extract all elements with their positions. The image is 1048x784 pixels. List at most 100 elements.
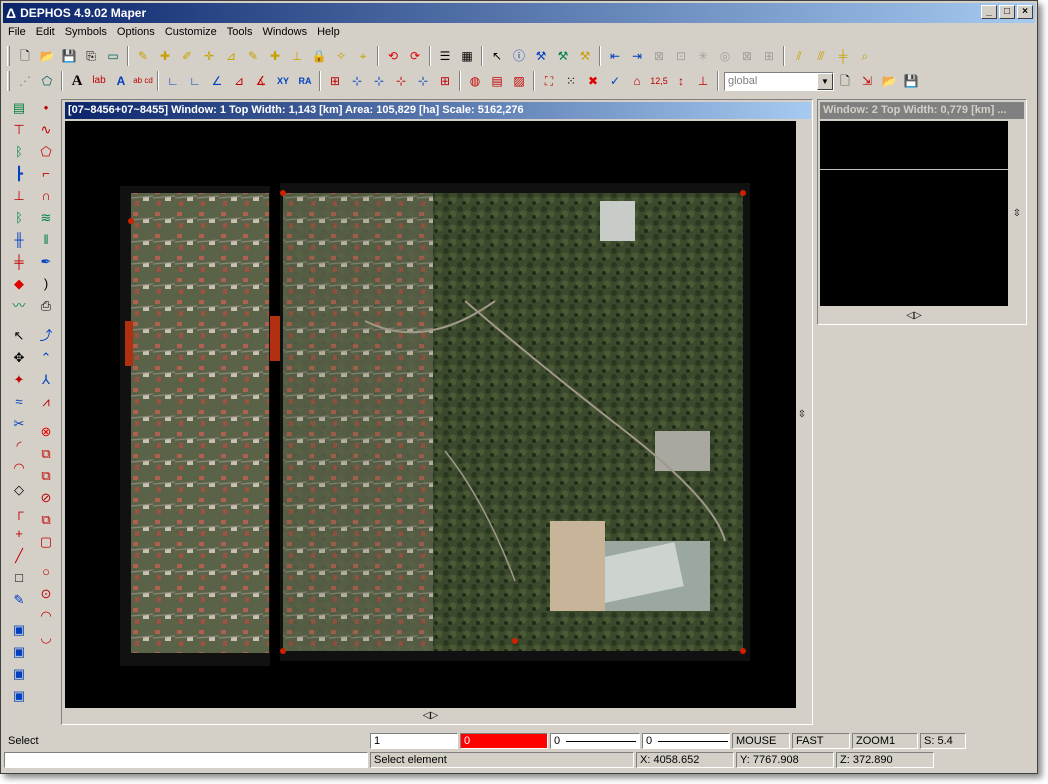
dimension-5-icon[interactable]: ∡ bbox=[250, 70, 272, 92]
tool-add-vertex-icon[interactable]: ⤴ bbox=[35, 325, 57, 346]
undo-red-icon[interactable]: ⟲ bbox=[382, 45, 404, 67]
offset-line-icon[interactable]: ⫻ bbox=[810, 45, 832, 67]
tool-stack-icon[interactable]: ⧉ bbox=[35, 509, 57, 530]
tool-frame-icon[interactable]: ▢ bbox=[35, 531, 57, 552]
tool-bend-icon[interactable]: ⌃ bbox=[35, 347, 57, 368]
tool-arc4-icon[interactable]: ◡ bbox=[35, 627, 57, 648]
tool-zigzag-icon[interactable]: ⩘ bbox=[35, 391, 57, 412]
tool-move-objects-icon[interactable]: ⧉ bbox=[35, 465, 57, 486]
pick-green-icon[interactable]: ⚒ bbox=[552, 45, 574, 67]
tool-polygon-icon[interactable]: ⬠ bbox=[35, 141, 57, 162]
status-input[interactable]: MOUSE bbox=[732, 733, 790, 749]
tool-circle-center-icon[interactable]: ⊙ bbox=[35, 583, 57, 604]
parallel-line-icon[interactable]: ⫽ bbox=[788, 45, 810, 67]
tool-node-move-icon[interactable]: ✥ bbox=[8, 347, 30, 368]
redo-red-icon[interactable]: ⟳ bbox=[404, 45, 426, 67]
dotted-line-icon[interactable]: ⋰ bbox=[14, 70, 36, 92]
disabled-tool-4-icon[interactable]: ◎ bbox=[714, 45, 736, 67]
tool-pen-sign-icon[interactable]: ✒ bbox=[35, 251, 57, 272]
tool-pen-icon[interactable]: ✎ bbox=[8, 589, 30, 610]
node-check-icon[interactable]: ✓ bbox=[604, 70, 626, 92]
edit-vertex-4-icon[interactable]: ⊹ bbox=[390, 70, 412, 92]
edit-vertex-5-icon[interactable]: ⊹ bbox=[412, 70, 434, 92]
menu-symbols[interactable]: Symbols bbox=[60, 23, 112, 42]
layer-manager-icon[interactable]: ▦ bbox=[456, 45, 478, 67]
status-speed[interactable]: FAST bbox=[792, 733, 850, 749]
tool-line-join-icon[interactable]: ╫ bbox=[8, 229, 30, 250]
dimension-2-icon[interactable]: ∟ bbox=[184, 70, 206, 92]
status-field-3[interactable]: 0 bbox=[550, 733, 640, 749]
edit-vertex-2-icon[interactable]: ⊹ bbox=[346, 70, 368, 92]
edit-vertex-3-icon[interactable]: ⊹ bbox=[368, 70, 390, 92]
window2-horizontal-scroll[interactable]: ◁▷ bbox=[820, 308, 1008, 322]
spot-height-icon[interactable]: ⊥ bbox=[692, 70, 714, 92]
snap-tang-icon[interactable]: ⊥ bbox=[286, 45, 308, 67]
edit-vertex-1-icon[interactable]: ⊞ bbox=[324, 70, 346, 92]
status-field-1[interactable]: 1 bbox=[370, 733, 458, 749]
contour-icon[interactable]: ◍ bbox=[464, 70, 486, 92]
tool-line-b-icon[interactable]: ᛒ bbox=[8, 141, 30, 162]
disabled-tool-1-icon[interactable]: ⊠ bbox=[648, 45, 670, 67]
hatch-icon[interactable]: ▨ bbox=[508, 70, 530, 92]
tool-wave-icon[interactable]: ≈ bbox=[8, 391, 30, 412]
disabled-tool-5-icon[interactable]: ⊠ bbox=[736, 45, 758, 67]
info-icon[interactable]: ⓘ bbox=[508, 45, 530, 67]
toolbar-grip[interactable] bbox=[7, 46, 10, 66]
snap-edge-icon[interactable]: ⊿ bbox=[220, 45, 242, 67]
disabled-tool-3-icon[interactable]: ✳ bbox=[692, 45, 714, 67]
tool-line-split-icon[interactable]: ┣ bbox=[8, 163, 30, 184]
tool-image-edit-icon[interactable]: ▣ bbox=[8, 663, 30, 684]
ra-coord-icon[interactable]: RA bbox=[294, 70, 316, 92]
tool-line-break-icon[interactable]: ⊥ bbox=[8, 185, 30, 206]
close-button[interactable]: × bbox=[1017, 5, 1033, 19]
disabled-tool-2-icon[interactable]: ⊡ bbox=[670, 45, 692, 67]
edit-vertex-6-icon[interactable]: ⊞ bbox=[434, 70, 456, 92]
tool-rectangle-icon[interactable]: □ bbox=[8, 567, 30, 588]
tool-curve-icon[interactable]: ∩ bbox=[35, 185, 57, 206]
layers-icon[interactable]: ☰ bbox=[434, 45, 456, 67]
window2-canvas[interactable] bbox=[820, 121, 1008, 306]
tool-line-b2-icon[interactable]: ᛒ bbox=[8, 207, 30, 228]
tool-line-cross-icon[interactable]: ⊤ bbox=[8, 119, 30, 140]
tool-lasso-icon[interactable]: ✂ bbox=[8, 413, 30, 434]
tool-double-wave-icon[interactable]: ≋ bbox=[35, 207, 57, 228]
maximize-button[interactable]: □ bbox=[999, 5, 1015, 19]
status-zoom[interactable]: ZOOM1 bbox=[852, 733, 918, 749]
snap-inter-icon[interactable]: ✎ bbox=[242, 45, 264, 67]
layer-combo[interactable]: global ▼ bbox=[724, 71, 834, 91]
open-folder-icon[interactable]: 📂 bbox=[36, 45, 58, 67]
height-marker-icon[interactable]: ↕ bbox=[670, 70, 692, 92]
xy-coord-icon[interactable]: XY bbox=[272, 70, 294, 92]
elevation-value-icon[interactable]: 12,5 bbox=[648, 70, 670, 92]
snap-node-icon[interactable]: ✛ bbox=[198, 45, 220, 67]
node-grid-icon[interactable]: ⁙ bbox=[560, 70, 582, 92]
toolbar-grip[interactable] bbox=[7, 71, 10, 91]
grid-raster-icon[interactable]: ▤ bbox=[486, 70, 508, 92]
minimize-button[interactable]: _ bbox=[981, 5, 997, 19]
tool-terrain-icon[interactable]: 〰 bbox=[8, 295, 30, 316]
tool-print-icon[interactable]: ⎙ bbox=[35, 295, 57, 316]
pick-yellow-icon[interactable]: ⚒ bbox=[574, 45, 596, 67]
tool-reshape-icon[interactable]: ✦ bbox=[8, 369, 30, 390]
tool-arc2-icon[interactable]: ◠ bbox=[8, 457, 30, 478]
tool-grid-icon[interactable]: ╪ bbox=[8, 251, 30, 272]
dimension-1-icon[interactable]: ∟ bbox=[162, 70, 184, 92]
next-view-icon[interactable]: ⇥ bbox=[626, 45, 648, 67]
polygon-outline-icon[interactable]: ⬠ bbox=[36, 70, 58, 92]
tool-split-icon[interactable]: ⅄ bbox=[35, 369, 57, 390]
tool-arc-icon[interactable]: ◜ bbox=[8, 435, 30, 456]
tool-cut-objects-icon[interactable]: ⊘ bbox=[35, 487, 57, 508]
command-input[interactable] bbox=[4, 752, 368, 768]
menu-file[interactable]: File bbox=[3, 23, 31, 42]
menu-help[interactable]: Help bbox=[312, 23, 345, 42]
snap-point-icon[interactable]: ✎ bbox=[132, 45, 154, 67]
status-field-2[interactable]: 0 bbox=[460, 733, 548, 749]
disabled-tool-6-icon[interactable]: ⊞ bbox=[758, 45, 780, 67]
save-file-icon[interactable]: 💾 bbox=[900, 70, 922, 92]
tool-select-arrow-icon[interactable]: ↖ bbox=[8, 325, 30, 346]
building-icon[interactable]: ⌂ bbox=[626, 70, 648, 92]
snap-lock-icon[interactable]: 🔒 bbox=[308, 45, 330, 67]
copy-icon[interactable]: ⎘ bbox=[80, 45, 102, 67]
tool-diamond-icon[interactable]: ◇ bbox=[8, 479, 30, 500]
tool-image-find-icon[interactable]: ▣ bbox=[8, 685, 30, 706]
